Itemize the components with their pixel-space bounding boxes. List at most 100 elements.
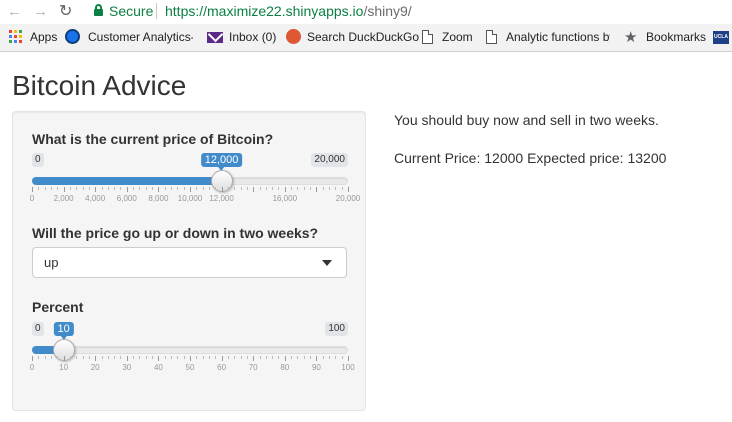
ucla-badge-icon[interactable]: UCLA bbox=[713, 31, 729, 44]
duckduckgo-icon bbox=[286, 29, 301, 44]
slider-min-label: 0 bbox=[32, 322, 44, 336]
slider-tick-label: 0 bbox=[29, 194, 35, 203]
slider-minor-tick bbox=[329, 187, 331, 190]
slider-minor-tick bbox=[114, 356, 116, 359]
slider-value-label: 12,000 bbox=[200, 153, 243, 171]
slider-minor-tick bbox=[310, 356, 312, 359]
slider-tick-label: 0 bbox=[29, 363, 35, 372]
slider-tick-label: 10 bbox=[59, 363, 69, 372]
slider-minor-tick bbox=[208, 356, 210, 359]
slider-minor-tick bbox=[335, 187, 337, 190]
slider-minor-tick bbox=[82, 187, 84, 190]
reload-icon[interactable]: ↻ bbox=[59, 3, 72, 21]
slider-tick bbox=[221, 356, 223, 361]
bookmark-analytic-functions[interactable]: Analytic functions by bbox=[506, 30, 610, 44]
bookmark-apps[interactable]: Apps bbox=[30, 30, 57, 44]
price-slider[interactable]: 0 20,000 12,000 0 2,000 4,000 6,000 8,000 10,… bbox=[29, 153, 360, 213]
slider-minor-tick bbox=[177, 187, 179, 190]
slider-tick bbox=[95, 356, 97, 361]
slider-max-label: 20,000 bbox=[311, 153, 348, 167]
slider-ticks: 0 10 20 30 40 50 60 70 80 90 100 bbox=[29, 356, 355, 382]
slider-tick bbox=[190, 356, 191, 361]
slider-minor-tick bbox=[278, 187, 280, 190]
slider-minor-tick bbox=[139, 187, 141, 190]
slider-minor-tick bbox=[246, 187, 248, 190]
bookmark-inbox[interactable]: Inbox (0) bbox=[229, 30, 276, 44]
slider-minor-tick bbox=[38, 187, 40, 190]
slider-minor-tick bbox=[234, 356, 236, 359]
slider-track[interactable] bbox=[32, 346, 348, 354]
slider-minor-tick bbox=[57, 356, 59, 359]
slider-minor-tick bbox=[227, 187, 229, 190]
direction-select[interactable]: up bbox=[32, 247, 347, 278]
slider-minor-tick bbox=[335, 356, 337, 359]
slider-tick-label: 20 bbox=[90, 363, 100, 372]
bookmark-bookmarks[interactable]: Bookmarks bbox=[646, 30, 706, 44]
url-separator bbox=[156, 3, 157, 19]
slider-tick-label: 20,000 bbox=[335, 194, 361, 203]
slider-tick bbox=[284, 356, 286, 361]
slider-tick bbox=[190, 187, 191, 192]
slider-tick bbox=[284, 187, 286, 192]
bookmark-customer-analytics[interactable]: Customer Analytics-M bbox=[88, 30, 193, 44]
slider-value-label: 10 bbox=[53, 322, 74, 340]
percent-slider[interactable]: 0 100 10 0 10 20 30 40 50 60 70 80 90 100 bbox=[29, 322, 355, 382]
slider-minor-tick bbox=[291, 356, 293, 359]
sidebar-panel: What is the current price of Bitcoin? 0 … bbox=[12, 111, 366, 411]
slider-minor-tick bbox=[171, 187, 173, 190]
arrow-right-icon[interactable]: → bbox=[33, 3, 48, 21]
slider-tick-label: 16,000 bbox=[272, 194, 298, 203]
slider-minor-tick bbox=[297, 187, 299, 190]
slider-tick-label: 60 bbox=[217, 363, 227, 372]
slider-tick bbox=[63, 356, 65, 361]
document-icon bbox=[422, 30, 433, 44]
mail-icon bbox=[207, 32, 223, 43]
slider-minor-tick bbox=[215, 356, 217, 359]
slider-minor-tick bbox=[44, 356, 46, 359]
slider-minor-tick bbox=[272, 187, 274, 190]
slider-ticks: 0 2,000 4,000 6,000 8,000 10,000 12,000 16,000 2… bbox=[29, 187, 360, 213]
slider-tick bbox=[348, 356, 349, 361]
slider-minor-tick bbox=[177, 356, 179, 359]
slider-tick bbox=[316, 356, 318, 361]
slider-minor-tick bbox=[291, 187, 293, 190]
slider-minor-tick bbox=[297, 356, 299, 359]
slider-minor-tick bbox=[341, 356, 343, 359]
direction-select-value: up bbox=[44, 255, 59, 270]
slider-minor-tick bbox=[322, 187, 324, 190]
slider-minor-tick bbox=[152, 187, 154, 190]
slider-minor-tick bbox=[69, 356, 71, 359]
star-icon: ★ bbox=[624, 29, 638, 46]
slider-minor-tick bbox=[164, 356, 166, 359]
slider-tick bbox=[348, 187, 349, 192]
slider-tick-label: 10,000 bbox=[177, 194, 203, 203]
slider-minor-tick bbox=[57, 187, 59, 190]
slider-minor-tick bbox=[183, 356, 185, 359]
apps-grid-icon[interactable] bbox=[9, 30, 22, 43]
slider-minor-tick bbox=[133, 356, 135, 359]
slider-minor-tick bbox=[341, 187, 343, 190]
slider-tick bbox=[316, 187, 318, 192]
bookmark-duckduckgo[interactable]: Search DuckDuckGo bbox=[307, 30, 419, 44]
bookmark-zoom[interactable]: Zoom bbox=[442, 30, 473, 44]
slider-minor-tick bbox=[145, 356, 147, 359]
url-field[interactable]: https://maximize22.shinyapps.io/shiny9/ bbox=[165, 3, 412, 19]
slider-tick-label: 8,000 bbox=[148, 194, 169, 203]
slider-tick-label: 12,000 bbox=[209, 194, 234, 203]
slider-minor-tick bbox=[215, 187, 217, 190]
slider-minor-tick bbox=[133, 187, 135, 190]
arrow-left-icon[interactable]: ← bbox=[7, 3, 22, 21]
caret-down-icon bbox=[322, 260, 332, 266]
percent-label: Percent bbox=[32, 299, 84, 315]
slider-minor-tick bbox=[76, 356, 78, 359]
slider-minor-tick bbox=[303, 356, 305, 359]
slider-minor-tick bbox=[202, 356, 204, 359]
slider-tick bbox=[158, 187, 160, 192]
url-path: /shiny9/ bbox=[363, 3, 412, 19]
slider-minor-tick bbox=[145, 187, 147, 190]
prices-output: Current Price: 12000 Expected price: 132… bbox=[394, 150, 667, 166]
secure-label[interactable]: Secure bbox=[109, 3, 153, 19]
page-title: Bitcoin Advice bbox=[12, 70, 187, 101]
slider-tick-label: 30 bbox=[122, 363, 132, 372]
slider-minor-tick bbox=[240, 356, 242, 359]
